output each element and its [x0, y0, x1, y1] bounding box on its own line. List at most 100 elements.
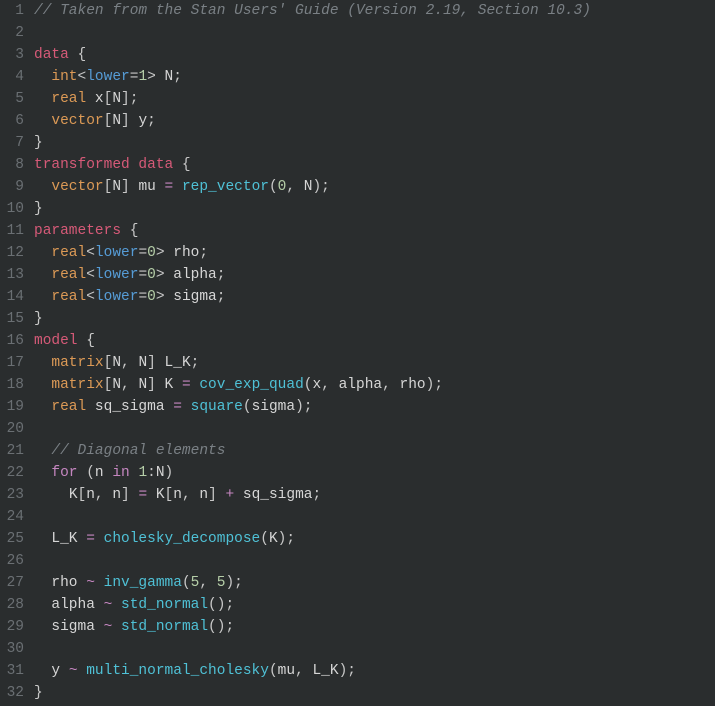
code-line[interactable]: transformed data {	[34, 154, 715, 176]
code-line[interactable]: alpha ~ std_normal();	[34, 594, 715, 616]
token-ident: n	[95, 465, 104, 481]
line-number: 19	[0, 396, 24, 418]
token-kw-attr: lower	[95, 289, 139, 305]
token-punct: ]	[121, 179, 138, 195]
token-kw-type: vector	[51, 113, 103, 129]
token-ident: N	[156, 465, 165, 481]
token-num: 1	[138, 69, 147, 85]
token-ident: alpha	[51, 597, 95, 613]
code-line[interactable]: }	[34, 682, 715, 704]
code-line[interactable]	[34, 506, 715, 528]
code-line[interactable]: real x[N];	[34, 88, 715, 110]
token-punct: ;	[173, 69, 182, 85]
code-line[interactable]: model {	[34, 330, 715, 352]
token-punct: }	[34, 201, 43, 217]
line-number: 9	[0, 176, 24, 198]
code-line[interactable]: real<lower=0> sigma;	[34, 286, 715, 308]
token-ident: y	[138, 113, 147, 129]
code-line[interactable]: parameters {	[34, 220, 715, 242]
code-line[interactable]: K[n, n] = K[n, n] + sq_sigma;	[34, 484, 715, 506]
code-line[interactable]	[34, 22, 715, 44]
code-line[interactable]	[34, 638, 715, 660]
token-ident: alpha	[173, 267, 217, 283]
token-ident: N	[112, 179, 121, 195]
code-line[interactable]: }	[34, 308, 715, 330]
code-line[interactable]: real sq_sigma = square(sigma);	[34, 396, 715, 418]
line-number: 22	[0, 462, 24, 484]
code-editor-content[interactable]: // Taken from the Stan Users' Guide (Ver…	[34, 0, 715, 706]
token-ident: L_K	[312, 663, 338, 679]
code-line[interactable]: matrix[N, N] L_K;	[34, 352, 715, 374]
line-number: 26	[0, 550, 24, 572]
token-punct: );	[339, 663, 356, 679]
code-line[interactable]: }	[34, 198, 715, 220]
token-kw-op: ~	[69, 663, 78, 679]
token-ident: mu	[138, 179, 155, 195]
token-punct	[95, 619, 104, 635]
code-line[interactable]: matrix[N, N] K = cov_exp_quad(x, alpha, …	[34, 374, 715, 396]
token-punct: );	[312, 179, 329, 195]
token-ident: N	[112, 113, 121, 129]
token-eq: =	[86, 531, 95, 547]
token-punct: <	[86, 245, 95, 261]
token-punct	[34, 289, 51, 305]
token-punct: )	[165, 465, 174, 481]
token-kw-type: real	[51, 91, 86, 107]
code-line[interactable]: vector[N] mu = rep_vector(0, N);	[34, 176, 715, 198]
token-punct	[34, 663, 51, 679]
code-line[interactable]: sigma ~ std_normal();	[34, 616, 715, 638]
token-punct	[34, 531, 51, 547]
token-ident: x	[312, 377, 321, 393]
token-punct	[95, 575, 104, 591]
token-punct	[86, 399, 95, 415]
line-number: 16	[0, 330, 24, 352]
token-ident: n	[86, 487, 95, 503]
token-ident: rho	[51, 575, 77, 591]
token-func: std_normal	[121, 619, 208, 635]
code-line[interactable]: // Diagonal elements	[34, 440, 715, 462]
token-ident: x	[95, 91, 104, 107]
token-punct: ,	[199, 575, 216, 591]
token-punct: :	[147, 465, 156, 481]
code-line[interactable]: data {	[34, 44, 715, 66]
token-func: square	[191, 399, 243, 415]
code-line[interactable]: }	[34, 132, 715, 154]
token-punct: ];	[121, 91, 138, 107]
token-punct: ,	[121, 355, 138, 371]
token-ident: n	[173, 487, 182, 503]
code-line[interactable]	[34, 550, 715, 572]
token-punct: ;	[313, 487, 322, 503]
token-comment: // Taken from the Stan Users' Guide (Ver…	[34, 3, 591, 19]
code-line[interactable]: real<lower=0> rho;	[34, 242, 715, 264]
code-line[interactable]: real<lower=0> alpha;	[34, 264, 715, 286]
token-punct: }	[34, 311, 43, 327]
code-line[interactable]: // Taken from the Stan Users' Guide (Ver…	[34, 0, 715, 22]
code-line[interactable]	[34, 418, 715, 440]
token-ident: L_K	[165, 355, 191, 371]
code-line[interactable]: rho ~ inv_gamma(5, 5);	[34, 572, 715, 594]
token-punct: ]	[147, 377, 164, 393]
token-punct	[34, 465, 51, 481]
token-kw-type: real	[51, 399, 86, 415]
token-punct	[34, 443, 51, 459]
code-line[interactable]: vector[N] y;	[34, 110, 715, 132]
token-punct	[173, 377, 182, 393]
token-punct: ();	[208, 597, 234, 613]
code-line[interactable]: L_K = cholesky_decompose(K);	[34, 528, 715, 550]
token-punct	[78, 575, 87, 591]
token-punct	[182, 399, 191, 415]
token-punct: ,	[182, 487, 199, 503]
token-kw-block: transformed	[34, 157, 130, 173]
token-punct: >	[147, 69, 164, 85]
token-punct: ,	[321, 377, 338, 393]
token-punct: =	[138, 289, 147, 305]
code-line[interactable]: for (n in 1:N)	[34, 462, 715, 484]
line-number-gutter: 1234567891011121314151617181920212223242…	[0, 0, 34, 706]
token-ident: K	[156, 487, 165, 503]
token-punct: ]	[208, 487, 225, 503]
token-punct: (	[260, 531, 269, 547]
token-punct: ,	[295, 663, 312, 679]
line-number: 13	[0, 264, 24, 286]
code-line[interactable]: y ~ multi_normal_cholesky(mu, L_K);	[34, 660, 715, 682]
code-line[interactable]: int<lower=1> N;	[34, 66, 715, 88]
